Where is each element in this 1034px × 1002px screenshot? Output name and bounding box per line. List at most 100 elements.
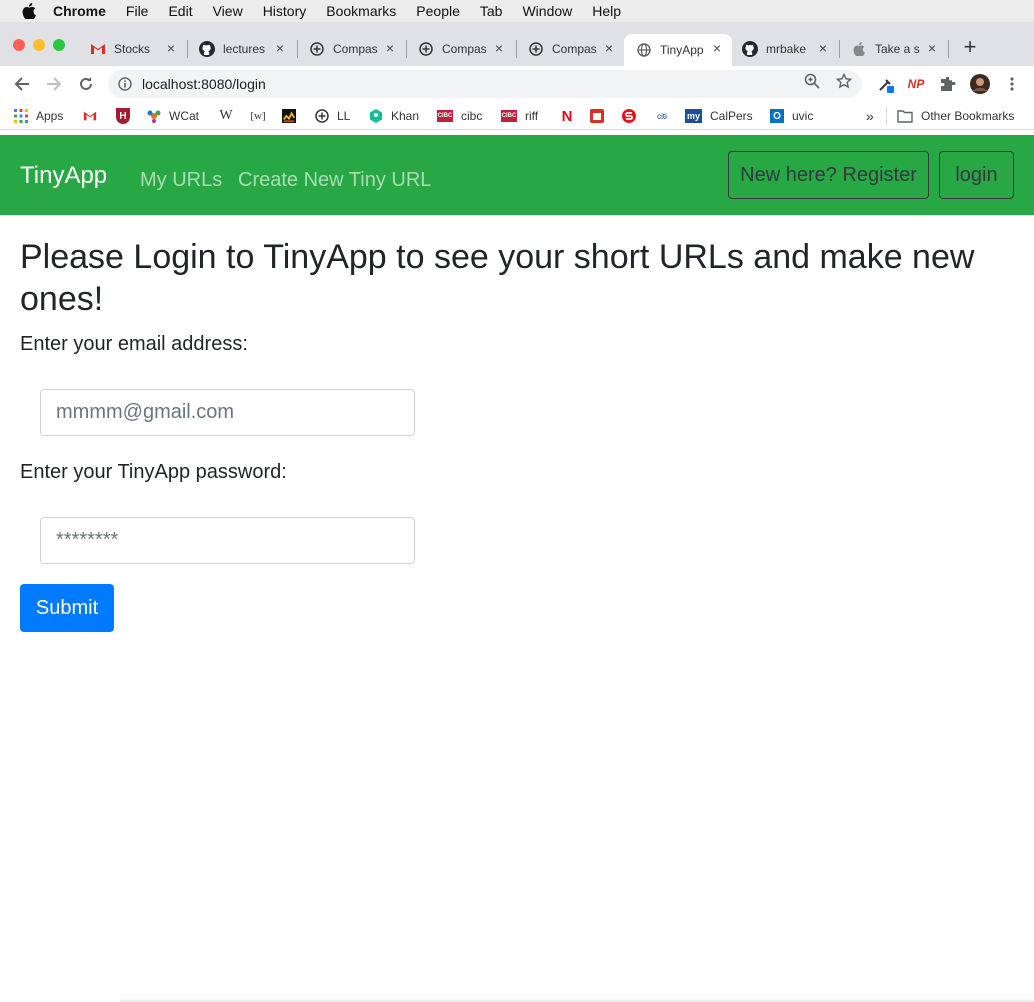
bookmark-apps[interactable]: Apps [14, 108, 63, 124]
email-field[interactable] [40, 389, 415, 436]
menu-help[interactable]: Help [592, 3, 621, 19]
nav-link-create-url[interactable]: Create New Tiny URL [238, 169, 431, 192]
bookmark-citi[interactable]: citi [654, 108, 678, 124]
bookmark-calendar[interactable] [590, 108, 612, 124]
minimize-window-button[interactable] [33, 39, 45, 51]
bookmark-other-bookmarks[interactable]: Other Bookmarks [897, 108, 1014, 124]
bookmark-riff[interactable]: CIBC riff [501, 108, 538, 124]
folder-icon [897, 109, 913, 123]
apple-menu-icon[interactable] [21, 3, 37, 19]
bookmark-wcat[interactable]: WCat [147, 108, 199, 124]
submit-button[interactable]: Submit [20, 584, 114, 632]
tab-separator [406, 40, 407, 58]
github-icon [199, 41, 215, 57]
extensions-puzzle-icon[interactable] [938, 74, 958, 94]
menu-view[interactable]: View [213, 3, 243, 19]
address-bar[interactable]: localhost:8080/login [108, 70, 862, 98]
tab-tinyapp-active[interactable]: TinyApp × [624, 34, 732, 66]
close-tab-icon[interactable]: × [710, 41, 724, 55]
profile-avatar[interactable] [970, 74, 990, 94]
tab-take-a-screenshot[interactable]: Take a s × [843, 34, 947, 64]
close-tab-icon[interactable]: × [602, 41, 616, 55]
bookmark-label: WCat [169, 109, 199, 123]
np-extension-icon[interactable]: NP [906, 74, 926, 94]
bookmark-wiktionary[interactable]: [w] [249, 108, 275, 124]
wikipedia-icon: W [219, 108, 233, 123]
compass-icon [528, 41, 544, 57]
password-field[interactable] [40, 517, 415, 564]
harvard-icon: H [116, 108, 130, 124]
close-window-button[interactable] [13, 39, 25, 51]
tab-separator [839, 40, 840, 58]
tab-compass-1[interactable]: Compas × [301, 34, 405, 64]
worldcat-icon [147, 109, 161, 123]
bookmarks-bar: Apps H WCat W [w] LL Khan CIBC cibc CIBC… [0, 102, 1034, 130]
bookmark-calpers[interactable]: my CalPers [685, 108, 753, 124]
close-tab-icon[interactable]: × [925, 41, 939, 55]
wiktionary-icon: [w] [250, 110, 266, 122]
reload-button[interactable] [76, 74, 96, 94]
eyedropper-extension-icon[interactable] [876, 74, 896, 94]
menu-chrome[interactable]: Chrome [53, 3, 106, 19]
tab-lectures[interactable]: lectures × [191, 34, 295, 64]
browser-toolbar: localhost:8080/login NP [0, 66, 1034, 102]
tab-compass-2[interactable]: Compas × [410, 34, 514, 64]
bookmark-wikipedia[interactable]: W [218, 108, 242, 124]
zoom-window-button[interactable] [53, 39, 65, 51]
compass-icon [309, 41, 325, 57]
tab-stocks[interactable]: Stocks × [82, 34, 186, 64]
bookmark-label: CalPers [710, 109, 753, 123]
menu-history[interactable]: History [263, 3, 307, 19]
menu-edit[interactable]: Edit [168, 3, 192, 19]
my-icon: my [685, 109, 702, 123]
bookmarks-overflow-button[interactable]: » [866, 108, 874, 124]
nav-link-my-urls[interactable]: My URLs [140, 169, 222, 192]
bookmark-chart[interactable] [282, 108, 304, 124]
close-tab-icon[interactable]: × [164, 41, 178, 55]
zoom-icon[interactable] [804, 73, 820, 89]
bookmark-label: riff [525, 109, 539, 123]
bookmark-scotiabank[interactable] [622, 108, 644, 124]
back-button[interactable] [12, 74, 32, 94]
bookmark-netflix[interactable]: N [560, 108, 582, 125]
apps-grid-icon [14, 109, 28, 123]
forward-button[interactable] [44, 74, 64, 94]
citi-icon: citi [657, 111, 667, 121]
bookmark-label: Khan [391, 109, 420, 123]
tab-mrbake[interactable]: mrbake × [734, 34, 838, 64]
new-tab-button[interactable]: + [960, 36, 980, 58]
password-label: Enter your TinyApp password: [20, 461, 287, 483]
bookmark-uvic[interactable]: O uvic [770, 108, 813, 124]
bookmark-ll[interactable]: LL [315, 108, 350, 124]
close-tab-icon[interactable]: × [816, 41, 830, 55]
bookmark-khan[interactable]: Khan [369, 108, 419, 124]
menu-window[interactable]: Window [522, 3, 572, 19]
chrome-menu-icon[interactable] [1004, 74, 1020, 94]
register-button[interactable]: New here? Register [728, 151, 929, 199]
bookmark-cibc[interactable]: CIBC cibc [437, 108, 482, 124]
close-tab-icon[interactable]: × [383, 41, 397, 55]
tab-separator [187, 40, 188, 58]
bookmark-label: Other Bookmarks [921, 109, 1015, 123]
menu-tab[interactable]: Tab [480, 3, 503, 19]
bookmark-gmail[interactable] [83, 108, 105, 124]
login-button[interactable]: login [939, 151, 1014, 199]
globe-icon [636, 42, 652, 58]
menu-bookmarks[interactable]: Bookmarks [326, 3, 396, 19]
outlook-icon: O [770, 109, 784, 123]
tab-separator [516, 40, 517, 58]
calendar-icon [590, 109, 604, 123]
bookmark-harvard[interactable]: H [116, 108, 138, 124]
menu-file[interactable]: File [126, 3, 149, 19]
bookmark-label: cibc [461, 109, 483, 123]
navbar-brand[interactable]: TinyApp [20, 162, 107, 190]
url-text: localhost:8080/login [142, 76, 266, 92]
menu-people[interactable]: People [416, 3, 460, 19]
site-navbar: TinyApp My URLs Create New Tiny URL New … [0, 135, 1034, 215]
close-tab-icon[interactable]: × [273, 41, 287, 55]
page-title: Please Login to TinyApp to see your shor… [20, 238, 975, 318]
tab-compass-3[interactable]: Compas × [520, 34, 624, 64]
info-icon[interactable] [118, 77, 132, 91]
bookmark-star-icon[interactable] [836, 73, 852, 89]
close-tab-icon[interactable]: × [492, 41, 506, 55]
